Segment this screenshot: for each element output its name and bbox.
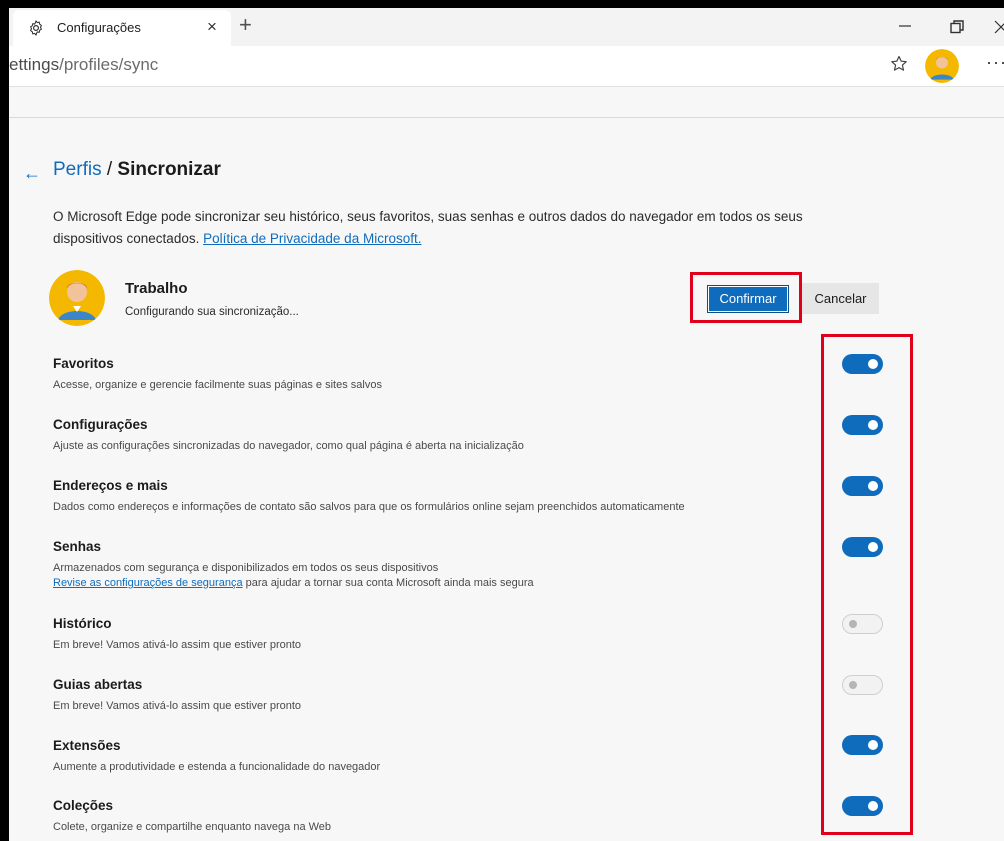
intro-text: O Microsoft Edge pode sincronizar seu hi… [53,209,803,246]
restore-icon[interactable] [950,20,964,34]
sync-item-guias-abertas: Guias abertas Em breve! Vamos ativá-lo a… [53,677,813,714]
sync-item-favoritos: Favoritos Acesse, organize e gerencie fa… [53,356,813,393]
intro-paragraph: O Microsoft Edge pode sincronizar seu hi… [53,206,853,250]
toggle-knob [868,481,878,491]
sync-item-senhas: Senhas Armazenados com segurança e dispo… [53,539,813,591]
breadcrumb-perfis-link[interactable]: Perfis [53,159,102,180]
toggle-senhas[interactable] [842,537,883,557]
toggle-knob [868,740,878,750]
security-settings-link[interactable]: Revise as configurações de segurança [53,577,243,589]
back-arrow-icon[interactable]: ← [23,163,41,184]
toggle-knob [849,620,857,628]
toggle-knob [868,359,878,369]
item-title: Endereços e mais [53,478,168,493]
toggle-knob [868,420,878,430]
close-icon[interactable] [994,20,1004,34]
item-title: Histórico [53,616,112,631]
sync-item-historico: Histórico Em breve! Vamos ativá-lo assim… [53,616,813,653]
item-title: Configurações [53,417,148,432]
toggle-guias-abertas [842,675,883,695]
item-title: Guias abertas [53,677,143,692]
toggle-configuracoes[interactable] [842,415,883,435]
profile-status: Configurando sua sincronização... [125,306,299,318]
favorite-star-icon[interactable] [889,54,909,74]
url-text[interactable]: ettings/profiles/sync [9,55,158,75]
toggle-knob [849,681,857,689]
item-description: Colete, organize e compartilhe enquanto … [53,821,332,833]
profile-name: Trabalho [125,280,188,297]
toggle-favoritos[interactable] [842,354,883,374]
url-prefix: ettings [9,55,60,74]
senhas-link-suffix: para ajudar a tornar sua conta Microsoft… [242,577,534,589]
toggle-knob [868,801,878,811]
screenshot-frame-left [0,0,9,841]
item-description: Armazenados com segurança e disponibiliz… [53,561,813,591]
sync-item-configuracoes: Configurações Ajuste as configurações si… [53,417,813,454]
new-tab-button[interactable]: + [239,14,252,36]
toggles-highlight-box [821,334,913,835]
breadcrumb-current: Sincronizar [117,159,221,180]
minimize-icon[interactable] [898,16,912,36]
item-title: Coleções [53,798,114,813]
item-description: Aumente a produtividade e estenda a func… [53,761,381,773]
item-title: Extensões [53,738,121,753]
item-description: Em breve! Vamos ativá-lo assim que estiv… [53,700,302,712]
privacy-policy-link[interactable]: Política de Privacidade da Microsoft. [203,231,421,246]
item-description: Ajuste as configurações sincronizadas do… [53,440,524,452]
sync-item-extensoes: Extensões Aumente a produtividade e este… [53,738,813,775]
profile-avatar-icon[interactable] [925,49,959,83]
sync-item-enderecos: Endereços e mais Dados como endereços e … [53,478,813,515]
tab-settings[interactable]: Configurações × [13,10,231,46]
item-description: Acesse, organize e gerencie facilmente s… [53,379,382,391]
url-path: /profiles/sync [59,55,159,74]
profile-avatar [49,270,105,326]
more-options-icon[interactable]: ··· [986,52,1004,73]
cancel-button[interactable]: Cancelar [802,283,879,314]
page-title: Perfis / Sincronizar [53,159,221,181]
item-title: Favoritos [53,356,114,371]
gear-icon [30,20,42,36]
item-title: Senhas [53,539,102,554]
tab-title: Configurações [57,20,141,35]
breadcrumb-separator: / [106,159,113,180]
item-description: Dados como endereços e informações de co… [53,501,685,513]
item-description: Em breve! Vamos ativá-lo assim que estiv… [53,639,302,651]
address-bar[interactable]: ettings/profiles/sync ··· [9,46,1004,87]
senhas-description: Armazenados com segurança e disponibiliz… [53,562,439,574]
toolbar-strip [9,87,1004,118]
tab-close-icon[interactable]: × [207,18,217,35]
sync-item-colecoes: Coleções Colete, organize e compartilhe … [53,798,813,835]
toggle-enderecos[interactable] [842,476,883,496]
screenshot-frame-top [0,0,1004,8]
toggle-knob [868,542,878,552]
toggle-extensoes[interactable] [842,735,883,755]
toggle-historico [842,614,883,634]
toggle-colecoes[interactable] [842,796,883,816]
title-bar: Configurações × + [9,8,1004,46]
confirm-button[interactable]: Confirmar [707,285,789,313]
